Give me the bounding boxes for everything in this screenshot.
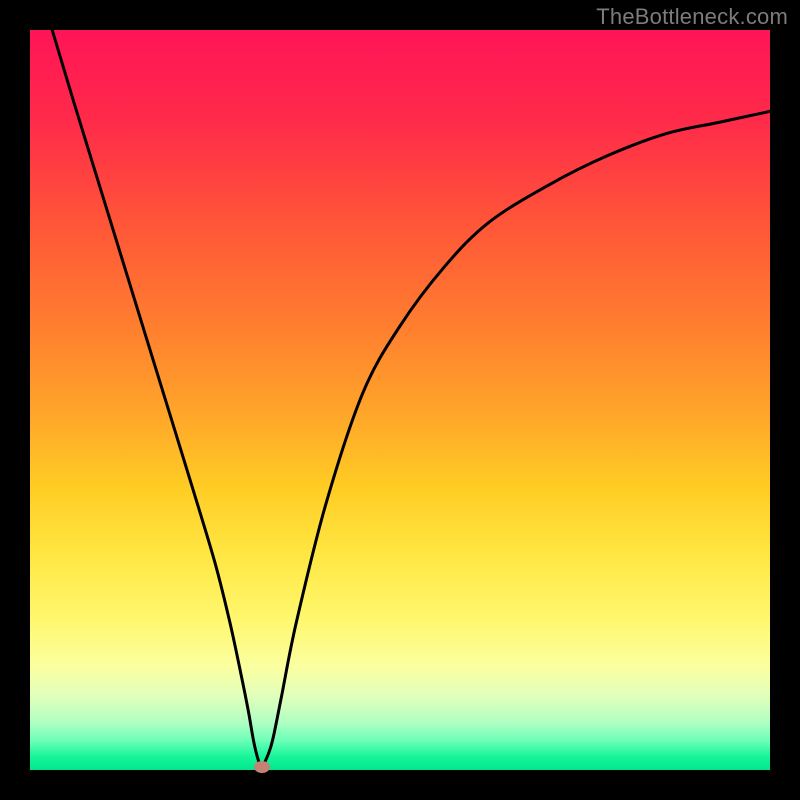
bottleneck-curve	[52, 30, 770, 767]
plot-area	[30, 30, 770, 770]
min-point-marker	[254, 761, 270, 773]
watermark-text: TheBottleneck.com	[596, 4, 788, 30]
chart-frame: TheBottleneck.com	[0, 0, 800, 800]
curve-svg	[30, 30, 770, 770]
